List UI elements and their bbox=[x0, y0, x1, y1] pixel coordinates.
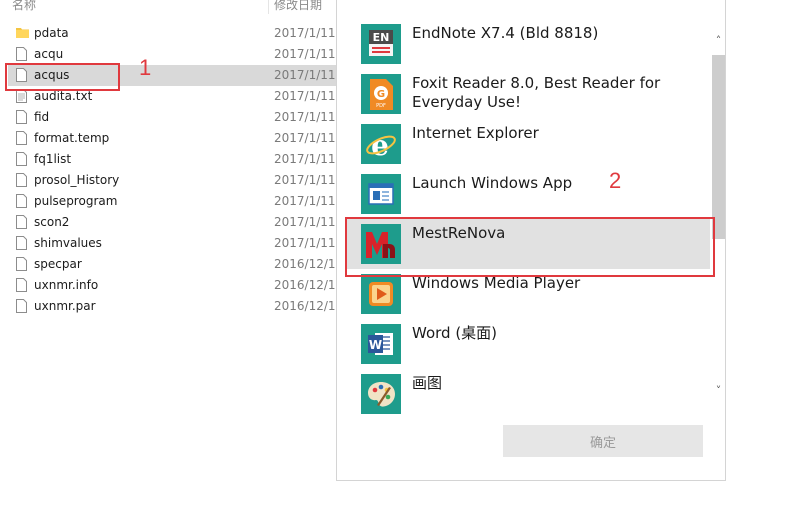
file-date: 2017/1/11 bbox=[274, 47, 336, 61]
file-icon bbox=[16, 215, 27, 229]
file-name: uxnmr.par bbox=[34, 299, 96, 313]
file-name: scon2 bbox=[34, 215, 70, 229]
svg-text:PDF: PDF bbox=[376, 103, 386, 109]
file-icon bbox=[16, 236, 27, 250]
file-row[interactable]: specpar 2016/12/17 bbox=[0, 254, 340, 275]
endnote-icon: EN bbox=[361, 24, 401, 64]
file-row[interactable]: fid 2017/1/11 bbox=[0, 107, 340, 128]
file-name: fq1list bbox=[34, 152, 72, 166]
file-icon bbox=[16, 194, 27, 208]
annotation-number-2: 2 bbox=[609, 168, 622, 193]
windows-media-player-icon bbox=[361, 274, 401, 314]
word-icon: W bbox=[361, 324, 401, 364]
file-icon bbox=[16, 110, 27, 124]
file-icon bbox=[16, 152, 27, 166]
svg-text:e: e bbox=[371, 129, 389, 162]
file-date: 2017/1/11 bbox=[274, 68, 336, 82]
svg-text:W: W bbox=[369, 338, 382, 352]
scrollbar-thumb[interactable] bbox=[712, 55, 725, 239]
file-date: 2017/1/11 bbox=[274, 89, 336, 103]
file-date: 2017/1/11 bbox=[274, 236, 336, 250]
internet-explorer-icon: e bbox=[361, 124, 401, 164]
annotation-box-2 bbox=[345, 217, 715, 277]
file-date: 2017/1/11 bbox=[274, 215, 336, 229]
file-icon bbox=[16, 173, 27, 187]
svg-text:G: G bbox=[377, 89, 385, 100]
file-date: 2016/12/15 bbox=[274, 299, 336, 313]
annotation-box-1 bbox=[5, 63, 120, 91]
file-row[interactable]: uxnmr.info 2016/12/15 bbox=[0, 275, 340, 296]
app-item-paint[interactable]: 画图 bbox=[345, 369, 710, 419]
file-icon bbox=[16, 131, 27, 145]
svg-text:EN: EN bbox=[373, 31, 390, 44]
app-item-endnote[interactable]: EN EndNote X7.4 (Bld 8818) bbox=[345, 19, 710, 69]
annotation-number-1: 1 bbox=[139, 55, 152, 80]
file-name: prosol_History bbox=[34, 173, 120, 187]
folder-icon bbox=[16, 28, 29, 38]
scroll-down-icon[interactable]: ˅ bbox=[711, 383, 726, 399]
file-name: shimvalues bbox=[34, 236, 102, 250]
app-item-internet-explorer[interactable]: e Internet Explorer bbox=[345, 119, 710, 169]
file-name: uxnmr.info bbox=[34, 278, 99, 292]
file-row[interactable]: prosol_History 2017/1/11 bbox=[0, 170, 340, 191]
app-label: EndNote X7.4 (Bld 8818) bbox=[412, 24, 599, 42]
file-row[interactable]: pdata 2017/1/11 bbox=[0, 23, 340, 44]
foxit-reader-icon: G PDF bbox=[361, 74, 401, 114]
scroll-up-icon[interactable]: ˄ bbox=[711, 33, 726, 49]
file-icon bbox=[16, 47, 27, 61]
column-header-name[interactable]: 名称 bbox=[12, 0, 36, 13]
file-row[interactable]: uxnmr.par 2016/12/15 bbox=[0, 296, 340, 317]
app-label: 画图 bbox=[412, 374, 443, 392]
file-date: 2017/1/11 bbox=[274, 173, 336, 187]
file-name: specpar bbox=[34, 257, 82, 271]
app-item-foxit-reader[interactable]: G PDF Foxit Reader 8.0, Best Reader for … bbox=[345, 69, 710, 119]
file-name: pulseprogram bbox=[34, 194, 118, 208]
file-row[interactable]: pulseprogram 2017/1/11 bbox=[0, 191, 340, 212]
file-date: 2017/1/11 bbox=[274, 110, 336, 124]
app-label: Internet Explorer bbox=[412, 124, 539, 142]
file-date: 2017/1/11 bbox=[274, 152, 336, 166]
app-item-word[interactable]: W Word (桌面) bbox=[345, 319, 710, 369]
file-row[interactable]: acqu 2017/1/11 bbox=[0, 44, 340, 65]
file-date: 2017/1/11 bbox=[274, 194, 336, 208]
ok-button[interactable]: 确定 bbox=[503, 425, 703, 457]
file-row[interactable]: fq1list 2017/1/11 bbox=[0, 149, 340, 170]
file-icon bbox=[16, 299, 27, 313]
file-row[interactable]: format.temp 2017/1/11 bbox=[0, 128, 340, 149]
text-file-icon bbox=[16, 89, 27, 103]
file-name: format.temp bbox=[34, 131, 110, 145]
file-row[interactable]: scon2 2017/1/11 bbox=[0, 212, 340, 233]
app-label: Launch Windows App bbox=[412, 174, 573, 192]
app-label: Foxit Reader 8.0, Best Reader for Everyd… bbox=[412, 74, 661, 111]
file-date: 2016/12/15 bbox=[274, 278, 336, 292]
column-header-date[interactable]: 修改日期 bbox=[274, 0, 322, 13]
launch-windows-app-icon bbox=[361, 174, 401, 214]
file-name: pdata bbox=[34, 26, 69, 40]
column-divider[interactable] bbox=[268, 0, 269, 14]
paint-icon bbox=[361, 374, 401, 414]
file-date: 2017/1/11 bbox=[274, 131, 336, 145]
file-row[interactable]: shimvalues 2017/1/11 bbox=[0, 233, 340, 254]
file-date: 2017/1/11 bbox=[274, 26, 336, 40]
file-icon bbox=[16, 278, 27, 292]
file-icon bbox=[16, 257, 27, 271]
file-name: fid bbox=[34, 110, 50, 124]
app-item-launch-windows-app[interactable]: Launch Windows App bbox=[345, 169, 710, 219]
app-label: Word (桌面) bbox=[412, 324, 498, 342]
file-name: acqu bbox=[34, 47, 64, 61]
file-date: 2016/12/17 bbox=[274, 257, 336, 271]
